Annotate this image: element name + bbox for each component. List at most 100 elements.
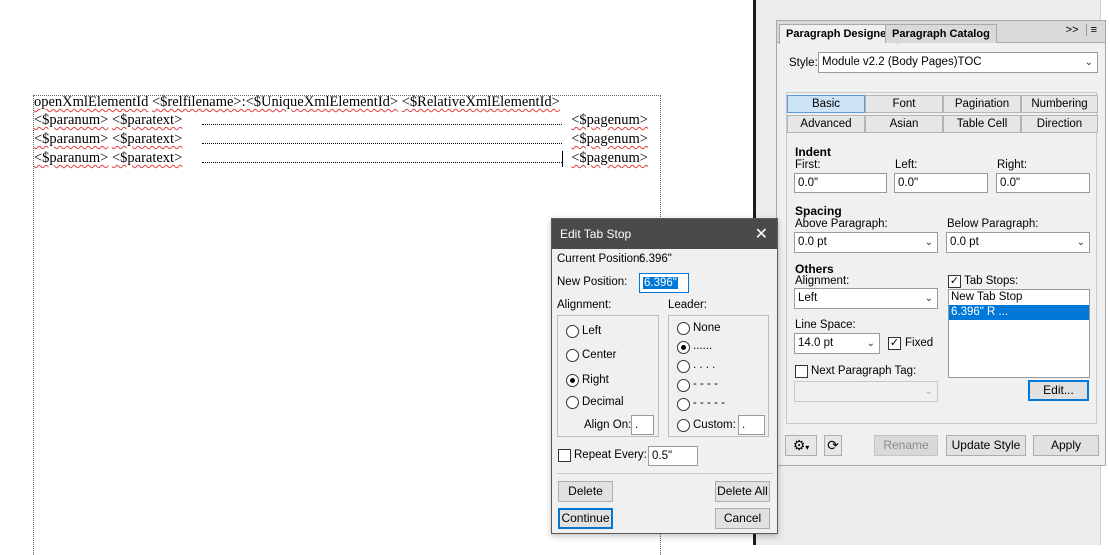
toc-paranum: <$paranum> [34,112,109,128]
indent-right-label: Right: [997,159,1028,171]
repeat-every-checkbox[interactable] [558,449,571,462]
delete-button[interactable]: Delete [558,481,613,502]
cancel-button[interactable]: Cancel [715,508,770,529]
leader-none-label[interactable]: None [693,322,721,334]
below-paragraph-dropdown[interactable]: 0.0 pt ⌄ [946,232,1090,253]
doc-text-element-id: openXmlElementId [34,94,149,110]
leader-dots-label[interactable]: ...... [693,340,712,352]
tab-table-cell[interactable]: Table Cell [943,115,1021,133]
toc-line[interactable]: <$paranum> <$paratext> <$pagenum> [34,111,654,130]
repeat-every-label: Repeat Every: [574,449,647,461]
refresh-icon: ⟳ [827,437,839,453]
fixed-checkbox[interactable]: ✓ [888,337,901,350]
alignment-left-radio[interactable] [566,325,579,338]
toc-pagenum: <$pagenum> [571,150,648,166]
alignment-left-label[interactable]: Left [582,325,601,337]
toc-leader-dots [202,159,562,163]
panel-menu-icon[interactable]: ≡ [1085,24,1101,36]
above-paragraph-dropdown[interactable]: 0.0 pt ⌄ [794,232,938,253]
next-paragraph-tag-checkbox[interactable] [795,365,808,378]
toc-pagenum: <$pagenum> [571,131,648,147]
alignment-decimal-label[interactable]: Decimal [582,396,624,408]
tab-pagination[interactable]: Pagination [943,95,1021,113]
close-icon[interactable]: ✕ [755,224,768,244]
panel-expand-icon[interactable]: >> [1062,24,1083,36]
toc-paratext: <$paratext> [111,131,183,147]
leader-dashes-radio[interactable] [677,379,690,392]
indent-title: Indent [795,145,831,159]
refresh-button[interactable]: ⟳ [824,435,842,456]
line-space-dropdown[interactable]: 14.0 pt ⌄ [794,333,880,354]
indent-first-input[interactable]: 0.0" [794,173,887,193]
alignment-center-radio[interactable] [566,349,579,362]
tab-numbering[interactable]: Numbering [1021,95,1098,113]
toc-leader-dots [202,121,562,125]
fixed-label: Fixed [905,337,934,349]
panel-tab-bar: Paragraph Designer Paragraph Catalog >> … [777,21,1105,44]
alignment-right-label[interactable]: Right [582,374,609,386]
below-paragraph-value: 0.0 pt [950,236,979,248]
delete-all-button[interactable]: Delete All [715,481,770,502]
new-position-label: New Position: [557,276,628,288]
doc-line-element-id[interactable]: openXmlElementId <$relfilename>:<$Unique… [34,93,654,112]
alignment-value: Left [798,292,818,304]
tab-asian[interactable]: Asian [865,115,943,133]
toc-paratext: <$paratext> [111,150,183,166]
leader-custom-radio[interactable] [677,419,690,432]
align-on-input[interactable]: . [631,415,654,435]
toc-line[interactable]: <$paranum> <$paratext> <$pagenum> [34,130,654,149]
repeat-every-input[interactable]: 0.5" [648,446,698,466]
toc-paratext: <$paratext> [111,112,183,128]
line-space-label: Line Space: [795,319,856,331]
list-item[interactable]: New Tab Stop [949,290,1089,305]
edit-tab-stop-button[interactable]: Edit... [1028,380,1089,401]
alignment-center-label[interactable]: Center [582,349,617,361]
leader-spaced-dashes-radio[interactable] [677,398,690,411]
leader-dots-radio[interactable] [677,341,690,354]
doc-text-relative-id: <$RelativeXmlElementId> [401,94,560,110]
line-space-value: 14.0 pt [798,337,834,349]
current-position-label: Current Position: [557,253,643,265]
above-paragraph-label: Above Paragraph: [795,218,888,230]
gear-menu-button[interactable]: ⚙▾ [785,435,817,456]
align-on-label: Align On: [584,419,632,431]
indent-left-input[interactable]: 0.0" [894,173,988,193]
tab-stops-list[interactable]: New Tab Stop 6.396" R ... [948,289,1090,378]
next-paragraph-tag-dropdown[interactable]: ⌄ [794,381,938,402]
current-position-value: 6.396" [639,253,672,265]
alignment-right-radio[interactable] [566,374,579,387]
leader-dashes-label[interactable]: - - - - [693,378,718,390]
leader-custom-input[interactable]: . [738,415,765,435]
indent-left-label: Left: [895,159,918,171]
tab-advanced[interactable]: Advanced [787,115,865,133]
tab-direction[interactable]: Direction [1021,115,1098,133]
leader-spaced-dots-label[interactable]: . . . . [693,359,715,371]
style-dropdown[interactable]: Module v2.2 (Body Pages)TOC ⌄ [818,52,1098,73]
update-style-button[interactable]: Update Style [946,435,1026,456]
apply-button[interactable]: Apply [1033,435,1099,456]
indent-right-input[interactable]: 0.0" [996,173,1090,193]
alignment-dropdown[interactable]: Left ⌄ [794,288,938,309]
toc-paranum: <$paranum> [34,131,109,147]
others-title: Others [795,262,834,276]
alignment-decimal-radio[interactable] [566,396,579,409]
leader-spaced-dots-radio[interactable] [677,360,690,373]
continue-button[interactable]: Continue [558,508,613,529]
new-position-input[interactable]: 6.396" [639,273,689,293]
leader-none-radio[interactable] [677,322,690,335]
toc-leader-dots [202,140,562,144]
leader-group-label: Leader: [668,299,708,311]
leader-spaced-dashes-label[interactable]: - - - - - [693,397,725,409]
tab-paragraph-catalog[interactable]: Paragraph Catalog [885,24,997,43]
tab-basic[interactable]: Basic [787,95,865,113]
tab-stops-checkbox[interactable]: ✓ [948,275,961,288]
rename-button[interactable]: Rename [874,435,938,456]
leader-custom-label[interactable]: Custom: [693,419,736,431]
toc-paranum: <$paranum> [34,150,109,166]
tab-font[interactable]: Font [865,95,943,113]
dialog-title-bar[interactable]: Edit Tab Stop ✕ [552,219,777,249]
toc-line[interactable]: <$paranum> <$paratext> <$pagenum> [34,149,654,168]
alignment-group: Left Center Right Decimal Align On: . [557,315,659,437]
list-item[interactable]: 6.396" R ... [949,305,1089,320]
tab-paragraph-designer[interactable]: Paragraph Designer [779,24,898,44]
